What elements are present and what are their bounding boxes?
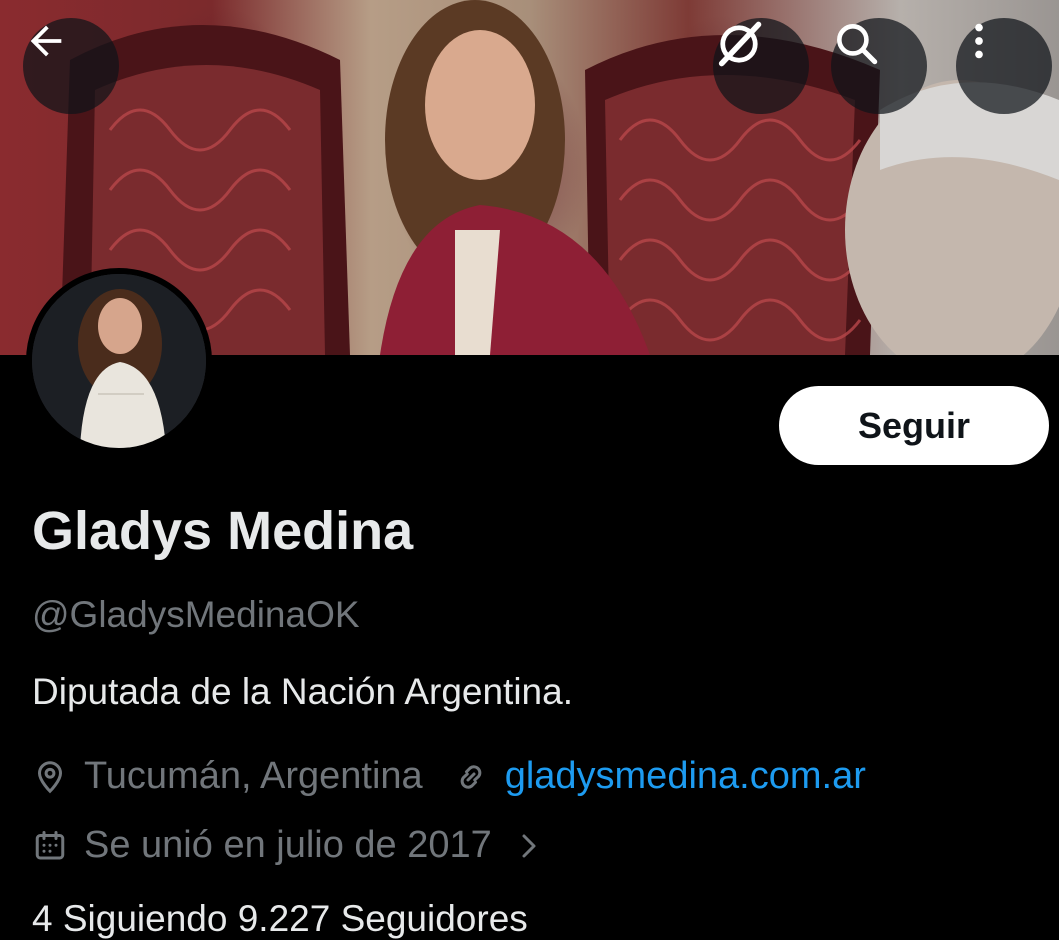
bio-text: Diputada de la Nación Argentina. (32, 671, 573, 712)
joined-date-text: Se unió en julio de 2017 (84, 824, 492, 866)
follow-stats[interactable]: 4 Siguiendo 9.227 Seguidores (32, 898, 528, 940)
location-text: Tucumán, Argentina (84, 755, 423, 797)
joined-row[interactable]: Se unió en julio de 2017 (32, 824, 558, 867)
calendar-icon (32, 828, 68, 864)
avatar-image (32, 274, 206, 448)
username-handle: @GladysMedinaOK (32, 594, 360, 635)
chevron-right-icon (516, 831, 542, 861)
back-button[interactable] (23, 18, 119, 114)
location-row: Tucumán, Argentina gladysmedina.com.ar (32, 755, 866, 798)
grok-button[interactable] (713, 18, 809, 114)
display-name: Gladys Medina (32, 501, 414, 561)
link-icon (453, 759, 489, 795)
avatar[interactable] (26, 268, 212, 454)
more-options-button[interactable] (956, 18, 1052, 114)
follow-button[interactable]: Seguir (779, 386, 1049, 465)
website-link[interactable]: gladysmedina.com.ar (505, 755, 866, 798)
location-pin-icon (32, 759, 68, 795)
search-button[interactable] (831, 18, 927, 114)
